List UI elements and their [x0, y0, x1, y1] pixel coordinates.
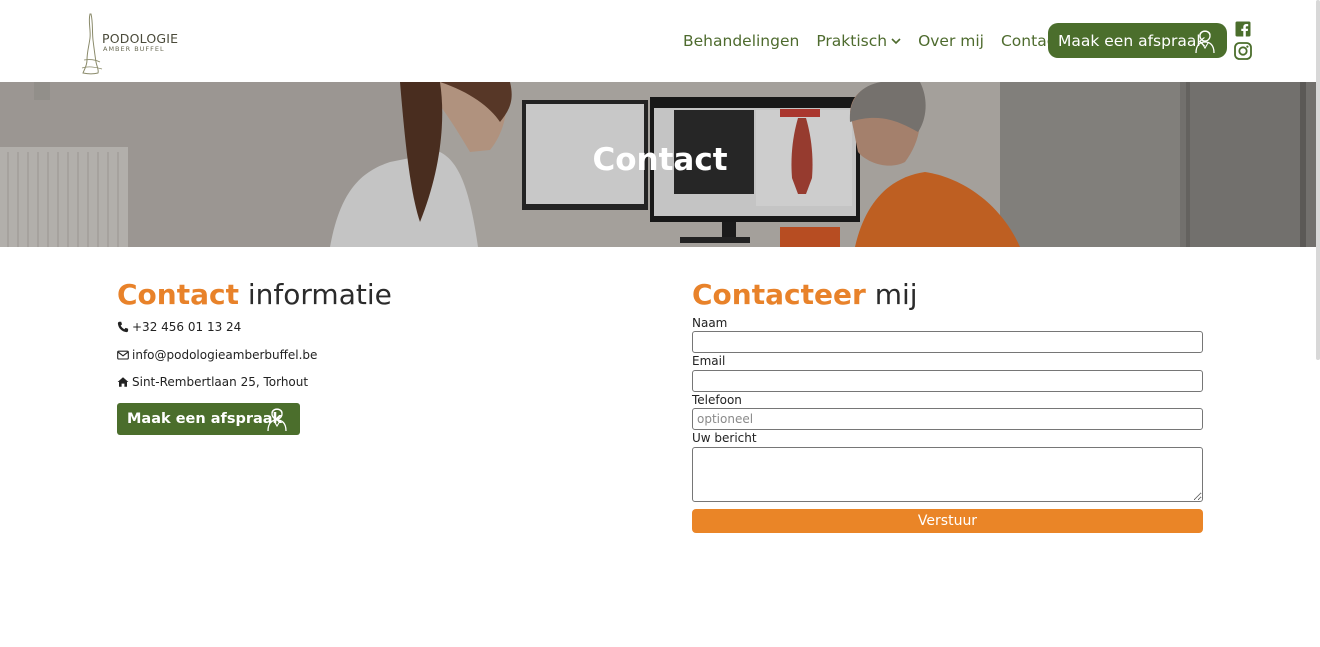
phone-input[interactable]: [692, 408, 1203, 430]
podiatrist-icon: [267, 408, 287, 432]
facebook-icon[interactable]: [1235, 21, 1251, 37]
logo[interactable]: PODOLOGIE AMBER BUFFEL: [78, 12, 188, 76]
contact-form-heading-accent: Contacteer: [692, 278, 866, 311]
contact-form-heading: Contacteer mij: [692, 278, 918, 311]
hero-banner: Contact: [0, 82, 1320, 247]
appointment-button-label: Maak een afspraak: [127, 411, 283, 427]
nav-item-over-mij[interactable]: Over mij: [918, 32, 984, 50]
message-label: Uw bericht: [692, 431, 757, 445]
main-nav: Behandelingen Praktisch Over mij Contact: [683, 0, 1078, 82]
header-appointment-label: Maak een afspraak: [1058, 31, 1206, 50]
nav-item-behandelingen[interactable]: Behandelingen: [683, 32, 799, 50]
contact-address: Sint-Rembertlaan 25, Torhout: [117, 375, 308, 389]
hero-title: Contact: [592, 142, 728, 178]
phone-icon: [117, 321, 129, 333]
contact-address-text: Sint-Rembertlaan 25, Torhout: [132, 375, 309, 389]
contact-phone[interactable]: +32 456 01 13 24: [117, 320, 241, 334]
email-input[interactable]: [692, 370, 1203, 392]
contact-form-heading-rest: mij: [874, 278, 918, 311]
appointment-button[interactable]: Maak een afspraak: [117, 403, 300, 435]
nav-item-praktisch[interactable]: Praktisch: [816, 32, 901, 50]
name-label: Naam: [692, 316, 728, 330]
contact-email[interactable]: info@podologieamberbuffel.be: [117, 348, 317, 362]
contact-email-text: info@podologieamberbuffel.be: [132, 348, 318, 362]
header-appointment-button[interactable]: Maak een afspraak: [1048, 23, 1227, 58]
home-icon: [117, 377, 129, 387]
phone-label: Telefoon: [692, 393, 742, 407]
name-input[interactable]: [692, 331, 1203, 353]
scrollbar[interactable]: [1316, 0, 1320, 360]
logo-subtitle: AMBER BUFFEL: [103, 45, 165, 53]
chevron-down-icon: [891, 38, 901, 45]
instagram-icon[interactable]: [1234, 42, 1252, 60]
email-label: Email: [692, 354, 726, 368]
site-header: PODOLOGIE AMBER BUFFEL Behandelingen Pra…: [0, 0, 1320, 82]
logo-title: PODOLOGIE: [102, 31, 179, 46]
contact-info-heading-rest: informatie: [247, 278, 392, 311]
podiatrist-icon: [1195, 30, 1215, 54]
message-textarea[interactable]: [692, 447, 1203, 502]
contact-phone-text: +32 456 01 13 24: [132, 320, 242, 334]
contact-info-heading: Contact informatie: [117, 278, 392, 311]
envelope-icon: [117, 350, 129, 360]
nav-item-praktisch-label: Praktisch: [816, 32, 888, 50]
contact-info-heading-accent: Contact: [117, 278, 239, 311]
submit-button[interactable]: Verstuur: [692, 509, 1203, 533]
